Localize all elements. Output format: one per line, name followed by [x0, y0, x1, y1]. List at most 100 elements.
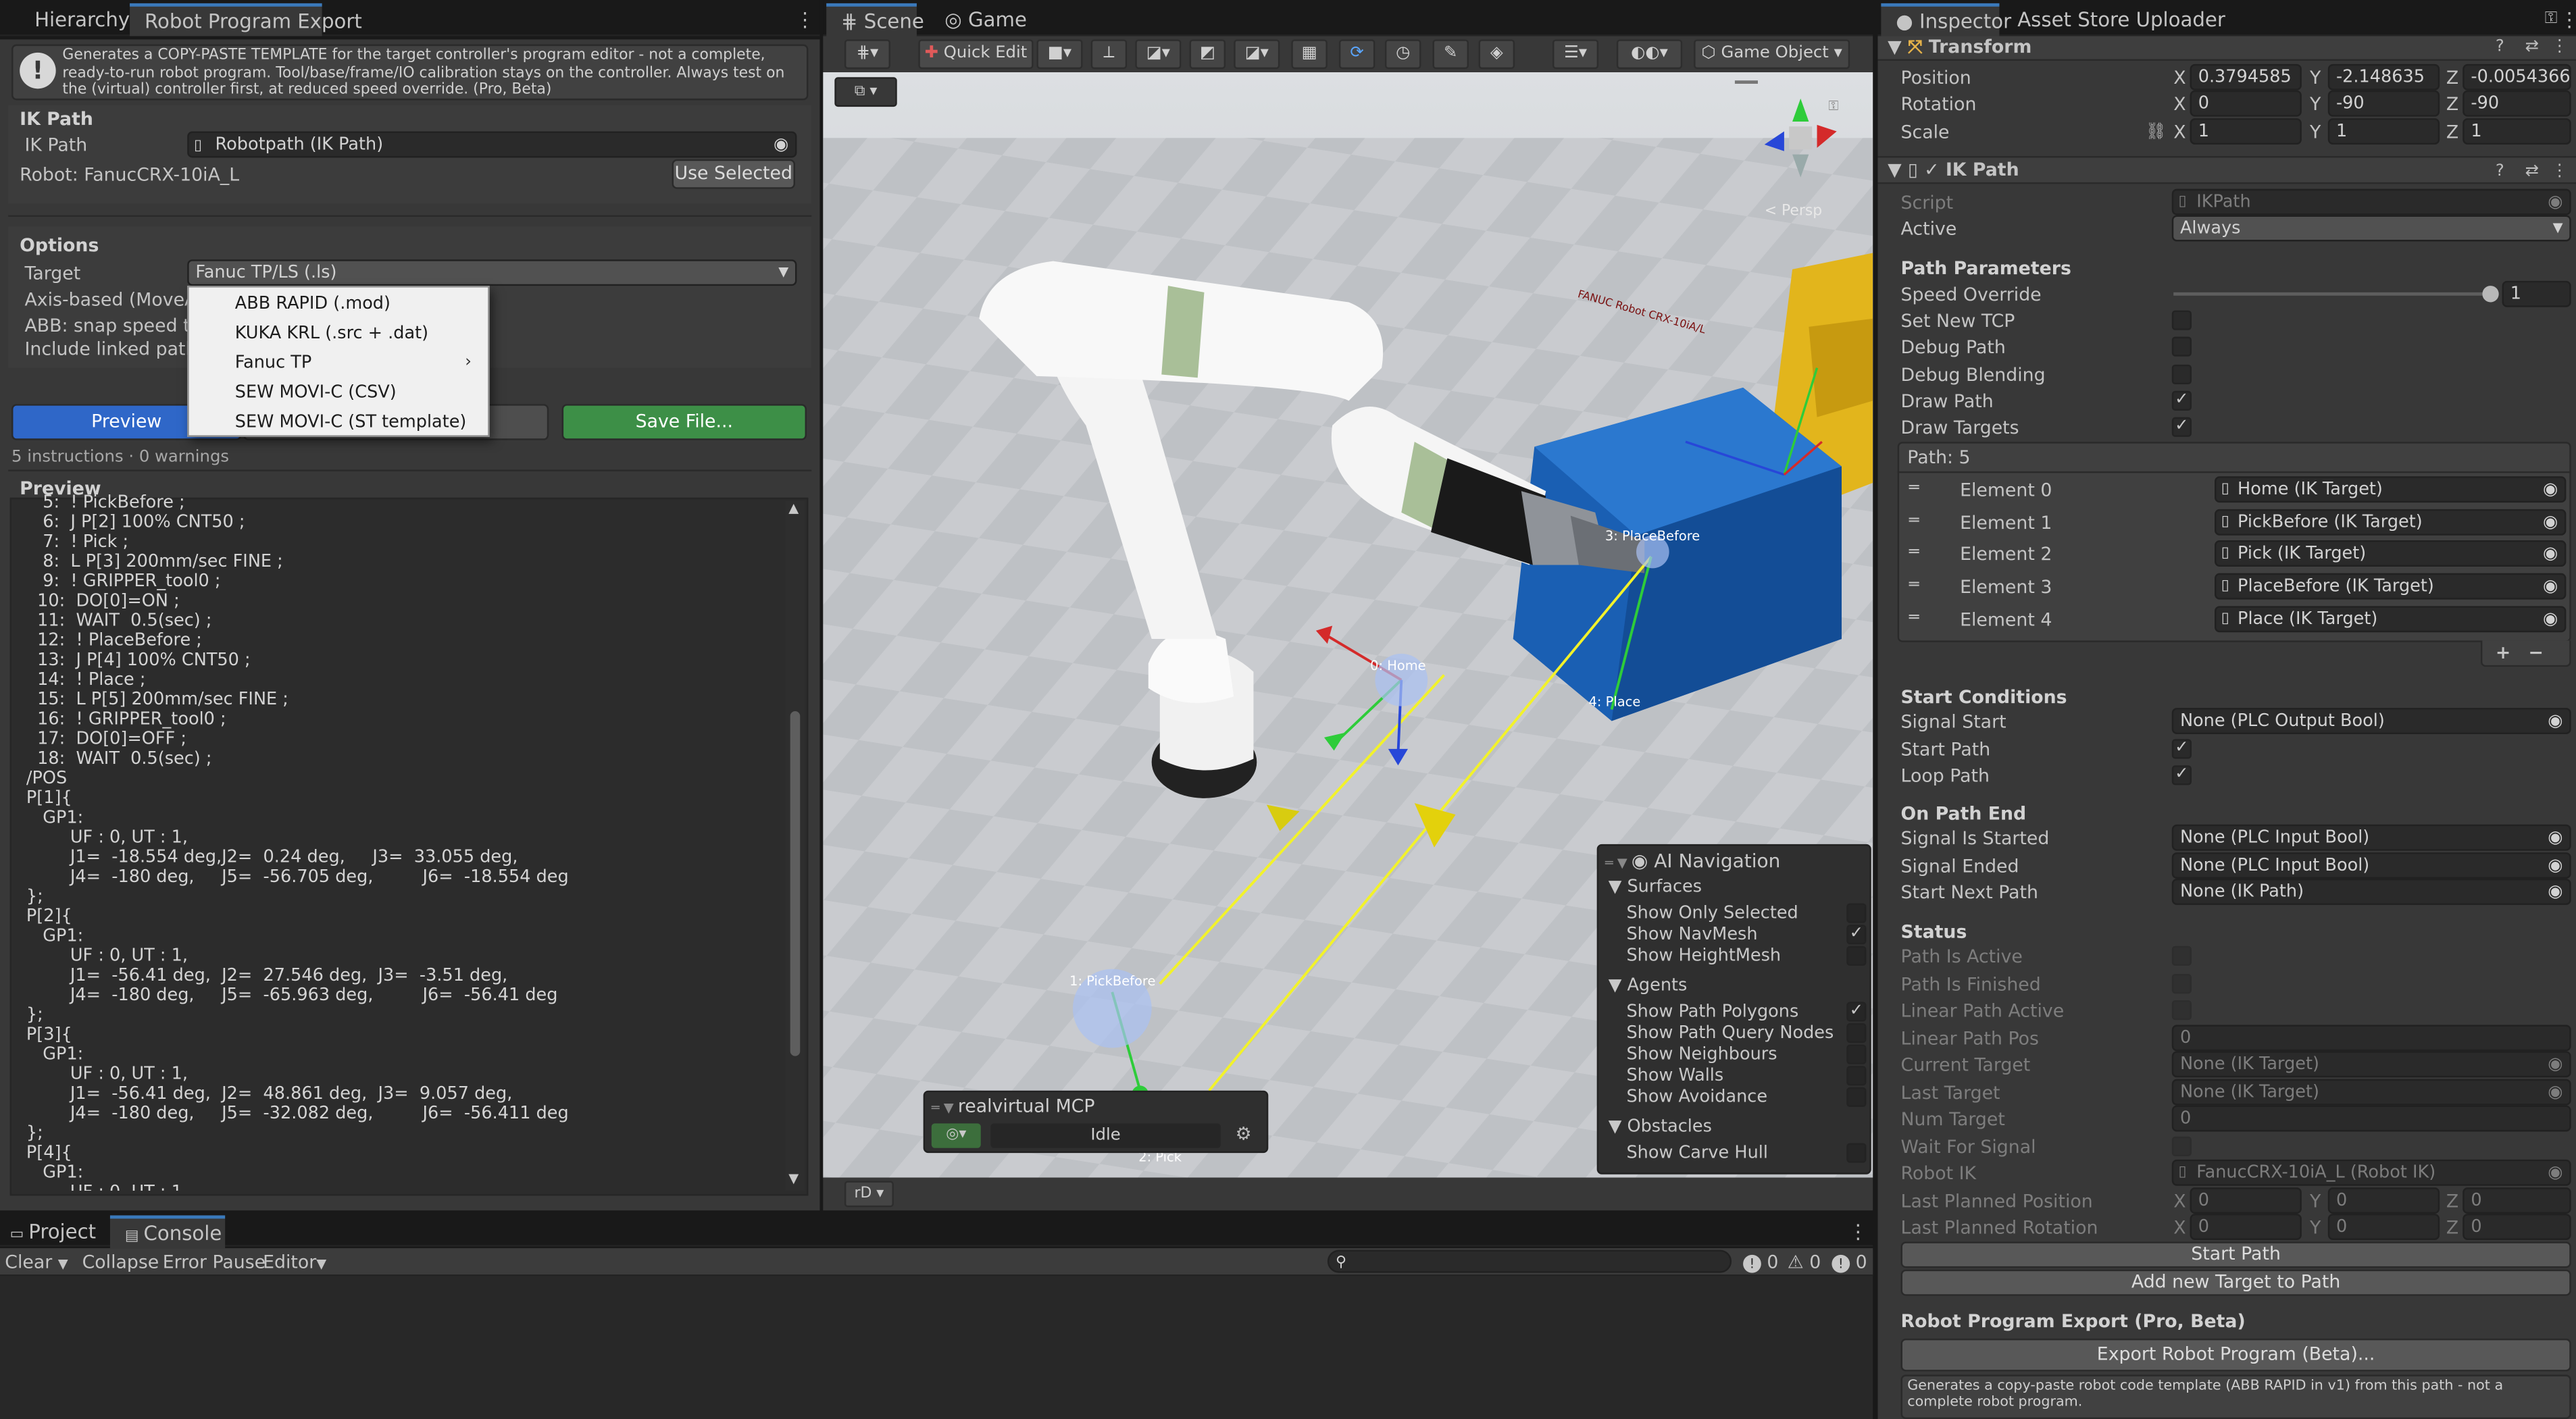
console-search-input[interactable]: ⚲ [1327, 1249, 1732, 1273]
tab-scene[interactable]: ⋕ Scene [826, 3, 924, 36]
move-icon[interactable]: ◩ [1189, 39, 1226, 70]
more-menu-icon[interactable]: ⋮ [795, 10, 815, 30]
element-1-field[interactable]: ▯ PickBefore (IK Target) ◉ [2215, 509, 2567, 536]
start-next-path-field[interactable]: None (IK Path) ◉ [2171, 878, 2571, 905]
scale-z-field[interactable]: 1 [2463, 118, 2571, 145]
help-icon[interactable]: ? [2496, 163, 2504, 182]
tab-game[interactable]: ◎ Game [930, 3, 1041, 36]
agents-foldout[interactable]: ▼ Agents [1609, 975, 1688, 995]
object-picker-icon[interactable]: ◉ [774, 133, 788, 156]
show-path-query-nodes-checkbox[interactable] [1846, 1023, 1867, 1043]
surfaces-foldout[interactable]: ▼ Surfaces [1609, 877, 1702, 897]
error-count[interactable]: ! 0 [1832, 1252, 1867, 1273]
position-y-field[interactable]: -2.148635 [2327, 63, 2440, 91]
signal-start-field[interactable]: None (PLC Output Bool) ◉ [2171, 708, 2571, 734]
signal-is-started-field[interactable]: None (PLC Input Bool) ◉ [2171, 824, 2571, 851]
info-count[interactable]: ! 0 [1743, 1252, 1778, 1273]
code-scrollbar[interactable]: ▲ ▼ [785, 500, 805, 1191]
pivot-icon[interactable]: ⟂ [1090, 39, 1128, 70]
menu-item-abb-rapid[interactable]: ABB RAPID (.mod) [189, 289, 491, 319]
ik-path-field[interactable]: ▯ Robotpath (IK Path) ◉ [187, 131, 797, 158]
draw-path-checkbox[interactable]: ✓ [2171, 390, 2192, 411]
mcp-connect-dropdown[interactable]: ◎▾ [931, 1123, 981, 1148]
refresh-icon[interactable]: ⟳ [1338, 39, 1375, 70]
obstacles-foldout[interactable]: ▼ Obstacles [1609, 1117, 1712, 1137]
start-path-checkbox[interactable]: ✓ [2171, 739, 2192, 759]
help-icon[interactable]: ? [2496, 38, 2504, 57]
add-element-button[interactable]: + [2496, 642, 2510, 664]
rotation-y-field[interactable]: -90 [2327, 90, 2440, 117]
show-walls-checkbox[interactable] [1846, 1066, 1867, 1086]
layers-icon[interactable]: ▦ [1291, 39, 1328, 70]
element-0-field[interactable]: ▯ Home (IK Target) ◉ [2215, 476, 2567, 503]
component-menu-icon[interactable]: ⋮ [2552, 38, 2568, 57]
tab-robot-program-export[interactable]: Robot Program Export [130, 3, 362, 36]
snap-dropdown[interactable]: ◪▾ [1135, 39, 1182, 70]
inspector-more-icon[interactable]: ⋮ [2560, 10, 2576, 30]
tab-console[interactable]: ▤ Console [109, 1215, 226, 1249]
code-scroll-thumb[interactable] [790, 711, 801, 1056]
speed-override-slider[interactable] [2173, 292, 2486, 296]
game-object-dropdown[interactable]: ⬡ Game Object ▾ [1694, 39, 1850, 70]
editor-dropdown[interactable]: Editor▼ [263, 1252, 326, 1273]
menu-item-sew-csv[interactable]: SEW MOVI-C (CSV) [189, 378, 491, 407]
camera-dropdown[interactable]: ■▾ [1036, 39, 1083, 70]
enabled-checkbox[interactable]: ✓ [1924, 159, 1939, 181]
tab-asset-store-uploader[interactable]: Asset Store Uploader [2002, 3, 2240, 36]
draw-mode-dropdown[interactable]: ☰▾ [1552, 39, 1599, 70]
active-dropdown[interactable]: Always ▼ [2171, 215, 2571, 242]
scale-x-field[interactable]: 1 [2190, 118, 2302, 145]
rotation-x-field[interactable]: 0 [2190, 90, 2302, 117]
tab-inspector[interactable]: ● Inspector [1881, 3, 2011, 36]
lock-icon[interactable]: ⚿ [2545, 10, 2558, 30]
menu-item-sew-st[interactable]: SEW MOVI-C (ST template) [189, 407, 491, 437]
scene-tools-dropdown[interactable]: ⋕▾ [844, 39, 891, 70]
link-icon[interactable]: ⛓ [2146, 123, 2167, 143]
drag-handle-icon[interactable]: ═ [1909, 480, 1919, 499]
preset-icon[interactable]: ⇄ [2525, 38, 2539, 57]
tag-icon[interactable]: ◈ [1478, 39, 1515, 70]
warning-count[interactable]: ⚠ 0 [1788, 1252, 1821, 1273]
grid-snap-dropdown[interactable]: ◪▾ [1234, 39, 1280, 70]
signal-ended-field[interactable]: None (PLC Input Bool) ◉ [2171, 852, 2571, 879]
element-2-field[interactable]: ▯ Pick (IK Target) ◉ [2215, 540, 2567, 567]
add-target-button[interactable]: Add new Target to Path [1900, 1269, 2571, 1296]
shading-dropdown[interactable]: ◐◐▾ [1616, 39, 1683, 70]
show-neighbours-checkbox[interactable] [1846, 1044, 1867, 1064]
debug-blending-checkbox[interactable] [2171, 364, 2192, 385]
loop-path-checkbox[interactable]: ✓ [2171, 765, 2192, 785]
show-navmesh-checkbox[interactable]: ✓ [1846, 925, 1867, 945]
persp-label[interactable]: < Persp [1765, 204, 1822, 220]
rotation-z-field[interactable]: -90 [2463, 90, 2571, 117]
element-4-field[interactable]: ▯ Place (IK Target) ◉ [2215, 606, 2567, 633]
target-dropdown[interactable]: Fanuc TP/LS (.ls) ▼ [187, 259, 797, 286]
show-avoidance-checkbox[interactable] [1846, 1087, 1867, 1108]
overlay-tools-dropdown[interactable]: ⧉ ▾ [834, 77, 897, 107]
use-selected-button[interactable]: Use Selected [672, 159, 795, 189]
show-carve-hull-checkbox[interactable] [1846, 1143, 1867, 1163]
collapse-button[interactable]: Collapse [82, 1252, 159, 1273]
position-z-field[interactable]: -0.00543662 [2463, 63, 2571, 91]
drag-handle-icon[interactable]: ═ [1909, 577, 1919, 596]
drag-handle[interactable] [1734, 80, 1758, 84]
lock-icon[interactable]: ⚿ [1829, 99, 1839, 115]
console-more-icon[interactable]: ⋮ [1848, 1222, 1868, 1241]
start-path-button[interactable]: Start Path [1900, 1241, 2571, 1268]
tab-hierarchy[interactable]: Hierarchy [20, 3, 145, 36]
preset-icon[interactable]: ⇄ [2525, 163, 2539, 182]
mcp-settings-icon[interactable]: ⚙ [1236, 1123, 1252, 1145]
history-icon[interactable]: ◷ [1384, 39, 1421, 70]
scroll-up-icon[interactable]: ▲ [788, 501, 799, 516]
tab-project[interactable]: ▭ Project [0, 1216, 111, 1249]
element-3-field[interactable]: ▯ PlaceBefore (IK Target) ◉ [2215, 573, 2567, 600]
show-only-selected-checkbox[interactable] [1846, 903, 1867, 923]
eyedropper-icon[interactable]: ✎ [1432, 39, 1469, 70]
menu-item-kuka-krl[interactable]: KUKA KRL (.src + .dat) [189, 319, 491, 349]
debug-path-checkbox[interactable] [2171, 336, 2192, 357]
remove-element-button[interactable]: − [2528, 642, 2543, 664]
speed-override-field[interactable]: 1 [2502, 280, 2571, 307]
position-x-field[interactable]: 0.3794585 [2190, 63, 2302, 91]
drag-handle-icon[interactable]: ═ [1909, 609, 1919, 629]
error-pause-button[interactable]: Error Pause [163, 1252, 266, 1273]
quick-edit-button[interactable]: ✚ Quick Edit [918, 39, 1034, 70]
